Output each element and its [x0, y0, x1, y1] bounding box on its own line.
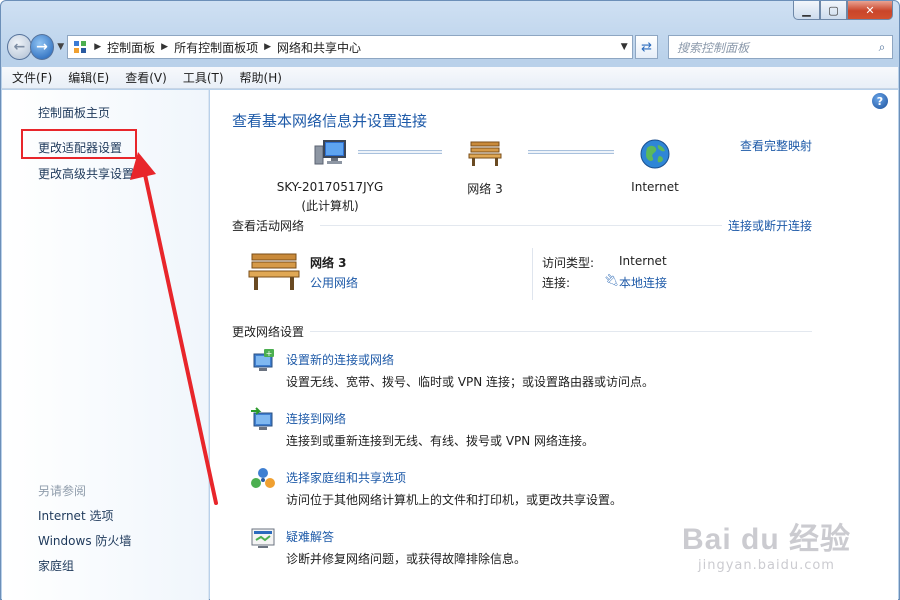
back-button[interactable]: ← [7, 34, 32, 60]
sidebar-item-control-panel-home[interactable]: 控制面板主页 [38, 104, 110, 121]
computer-name: SKY-20170517JYG [276, 180, 384, 194]
svg-text:+: + [266, 349, 273, 358]
homegroup-icon [251, 468, 275, 488]
network-name: 网络 3 [467, 182, 503, 196]
task-connect-network-desc: 连接到或重新连接到无线、有线、拨号或 VPN 网络连接。 [286, 434, 595, 448]
back-arrow-icon: ← [13, 39, 26, 55]
refresh-button[interactable]: ⇄ [635, 35, 658, 59]
active-network-title: 查看活动网络 [232, 219, 305, 233]
menu-file[interactable]: 文件(F) [12, 69, 52, 86]
menu-edit[interactable]: 编辑(E) [68, 69, 109, 86]
troubleshoot-icon [251, 528, 275, 548]
watermark-url: jingyan.baidu.com [698, 558, 835, 573]
active-network-name: 网络 3 [310, 256, 347, 270]
breadcrumb-network-center[interactable]: 网络和共享中心 [277, 39, 361, 56]
map-node-internet[interactable]: Internet [605, 138, 705, 194]
search-icon[interactable]: ⌕ [872, 40, 892, 55]
access-type-label: 访问类型: [542, 256, 595, 270]
local-connection-link[interactable]: 本地连接 [619, 274, 667, 291]
sidebar-item-homegroup[interactable]: 家庭组 [38, 557, 74, 574]
internet-label: Internet [631, 180, 679, 194]
refresh-icon: ⇄ [641, 39, 653, 55]
vertical-divider [532, 248, 533, 300]
sidebar: 控制面板主页 更改适配器设置 更改高级共享设置 另请参阅 Internet 选项… [2, 90, 209, 600]
network-type-link[interactable]: 公用网络 [310, 274, 358, 291]
watermark-logo: Bai du 经验 [681, 523, 851, 556]
task-new-connection-link[interactable]: 设置新的连接或网络 [286, 351, 394, 368]
globe-icon [640, 139, 670, 169]
map-connector-line [528, 150, 614, 154]
breadcrumb-separator-icon[interactable]: ▶ [264, 42, 271, 52]
sidebar-item-windows-firewall[interactable]: Windows 防火墙 [38, 532, 131, 549]
connection-label: 连接: [542, 276, 571, 290]
breadcrumb-all-items[interactable]: 所有控制面板项 [174, 39, 258, 56]
control-panel-icon [72, 39, 88, 55]
task-troubleshoot-desc: 诊断并修复网络问题，或获得故障排除信息。 [286, 552, 527, 566]
divider [320, 225, 722, 226]
access-type-value: Internet [619, 254, 667, 268]
minimize-button[interactable]: ▁ [793, 1, 820, 20]
breadcrumb-control-panel[interactable]: 控制面板 [107, 39, 155, 56]
menu-bar: 文件(F) 编辑(E) 查看(V) 工具(T) 帮助(H) [2, 67, 898, 89]
task-troubleshoot-link[interactable]: 疑难解答 [286, 528, 334, 545]
new-connection-icon: + [253, 349, 274, 371]
help-icon[interactable]: ? [872, 93, 888, 109]
forward-arrow-icon: → [36, 39, 48, 55]
task-new-connection-desc: 设置无线、宽带、拨号、临时或 VPN 连接；或设置路由器或访问点。 [286, 375, 655, 389]
address-dropdown-icon[interactable]: ▼ [616, 42, 632, 52]
task-homegroup-desc: 访问位于其他网络计算机上的文件和打印机，或更改共享设置。 [286, 493, 623, 507]
search-input[interactable]: 搜索控制面板 [677, 39, 872, 56]
computer-subtitle: (此计算机) [301, 199, 359, 213]
window-frame: ▁ ▢ ✕ ← → ▼ ▶ 控制面板 ▶ 所有控制面板项 ▶ 网络和共享中心 ▼… [0, 0, 900, 600]
bench-icon [468, 141, 502, 166]
ethernet-plug-icon: 🔌︎ [604, 273, 620, 287]
task-homegroup-link[interactable]: 选择家庭组和共享选项 [286, 469, 406, 486]
change-settings-title: 更改网络设置 [232, 325, 305, 339]
search-box[interactable]: 搜索控制面板 ⌕ [667, 35, 893, 59]
breadcrumb-separator-icon[interactable]: ▶ [161, 42, 168, 52]
connect-network-icon [251, 407, 273, 430]
window-controls: ▁ ▢ ✕ [793, 1, 893, 20]
divider [310, 331, 812, 332]
full-map-link[interactable]: 查看完整映射 [740, 137, 812, 154]
menu-view[interactable]: 查看(V) [125, 69, 167, 86]
map-connector-line [358, 150, 442, 154]
menu-help[interactable]: 帮助(H) [240, 69, 282, 86]
sidebar-item-internet-options[interactable]: Internet 选项 [38, 507, 113, 524]
close-button[interactable]: ✕ [847, 1, 893, 20]
task-connect-network-link[interactable]: 连接到网络 [286, 410, 346, 427]
baidu-jingyan-watermark: Bai du 经验 jingyan.baidu.com [682, 514, 851, 573]
map-node-network[interactable]: 网络 3 [435, 138, 535, 197]
recent-pages-dropdown-icon[interactable]: ▼ [57, 42, 64, 52]
forward-button[interactable]: → [29, 34, 55, 60]
computer-icon [314, 140, 346, 165]
breadcrumb-separator-icon[interactable]: ▶ [94, 42, 101, 52]
bench-large-icon [248, 253, 300, 290]
sidebar-item-advanced-sharing[interactable]: 更改高级共享设置 [38, 165, 134, 182]
menu-tools[interactable]: 工具(T) [183, 69, 224, 86]
sidebar-item-change-adapter-settings[interactable]: 更改适配器设置 [38, 139, 122, 156]
connect-disconnect-link[interactable]: 连接或断开连接 [728, 217, 812, 234]
maximize-button[interactable]: ▢ [820, 1, 847, 20]
see-also-heading: 另请参阅 [38, 484, 87, 498]
page-title: 查看基本网络信息并设置连接 [232, 112, 428, 130]
navigation-bar: ← → ▼ ▶ 控制面板 ▶ 所有控制面板项 ▶ 网络和共享中心 ▼ ⇄ 搜索控… [7, 31, 893, 63]
address-bar[interactable]: ▶ 控制面板 ▶ 所有控制面板项 ▶ 网络和共享中心 ▼ [67, 35, 634, 59]
